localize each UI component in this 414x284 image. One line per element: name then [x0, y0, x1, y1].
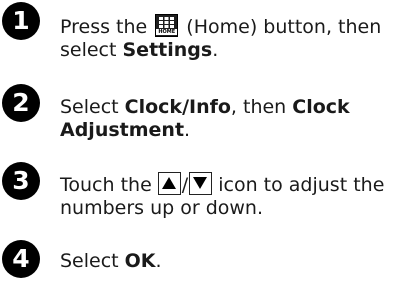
- ok-label: OK: [124, 250, 156, 272]
- step-2-text-c: .: [184, 119, 191, 141]
- step-4-text: Select OK.: [60, 250, 410, 273]
- home-button-icon: HOME: [155, 14, 179, 37]
- step-2-text-a: Select: [60, 96, 125, 118]
- step-1-text-d: .: [212, 39, 219, 61]
- home-icon-label: HOME: [156, 29, 178, 35]
- step-1-text-a: Press the: [60, 16, 154, 38]
- step-1-text: Press the HOME (Home) button, then selec…: [60, 14, 410, 62]
- step-2-text-b: , then: [230, 96, 293, 118]
- down-arrow-icon: [189, 172, 213, 195]
- step-3-text-b: icon to adjust the: [212, 174, 385, 196]
- step-1-text-b: (Home) button, then: [180, 16, 382, 38]
- step-3-text-a: Touch the: [60, 174, 158, 196]
- step-3-text-c: numbers up or down.: [60, 197, 264, 219]
- step-3-text: Touch the / icon to adjust the numbers u…: [60, 172, 410, 220]
- home-grid-glyph: [159, 17, 175, 28]
- step-number-4: 4: [2, 240, 40, 278]
- step-1-text-c: select: [60, 39, 123, 61]
- clock-label: Clock: [292, 96, 350, 118]
- up-arrow-icon: [157, 172, 181, 195]
- step-number-1: 1: [2, 2, 40, 40]
- settings-label: Settings: [122, 39, 213, 61]
- step-number-2: 2: [2, 84, 40, 122]
- step-2-text: Select Clock/Info, then Clock Adjustment…: [60, 96, 410, 142]
- icon-separator: /: [181, 174, 189, 196]
- step-4-text-a: Select: [60, 250, 125, 272]
- clock-info-label: Clock/Info: [124, 96, 231, 118]
- step-4-text-b: .: [155, 250, 162, 272]
- step-number-3: 3: [2, 162, 40, 200]
- adjustment-label: Adjustment: [60, 119, 185, 141]
